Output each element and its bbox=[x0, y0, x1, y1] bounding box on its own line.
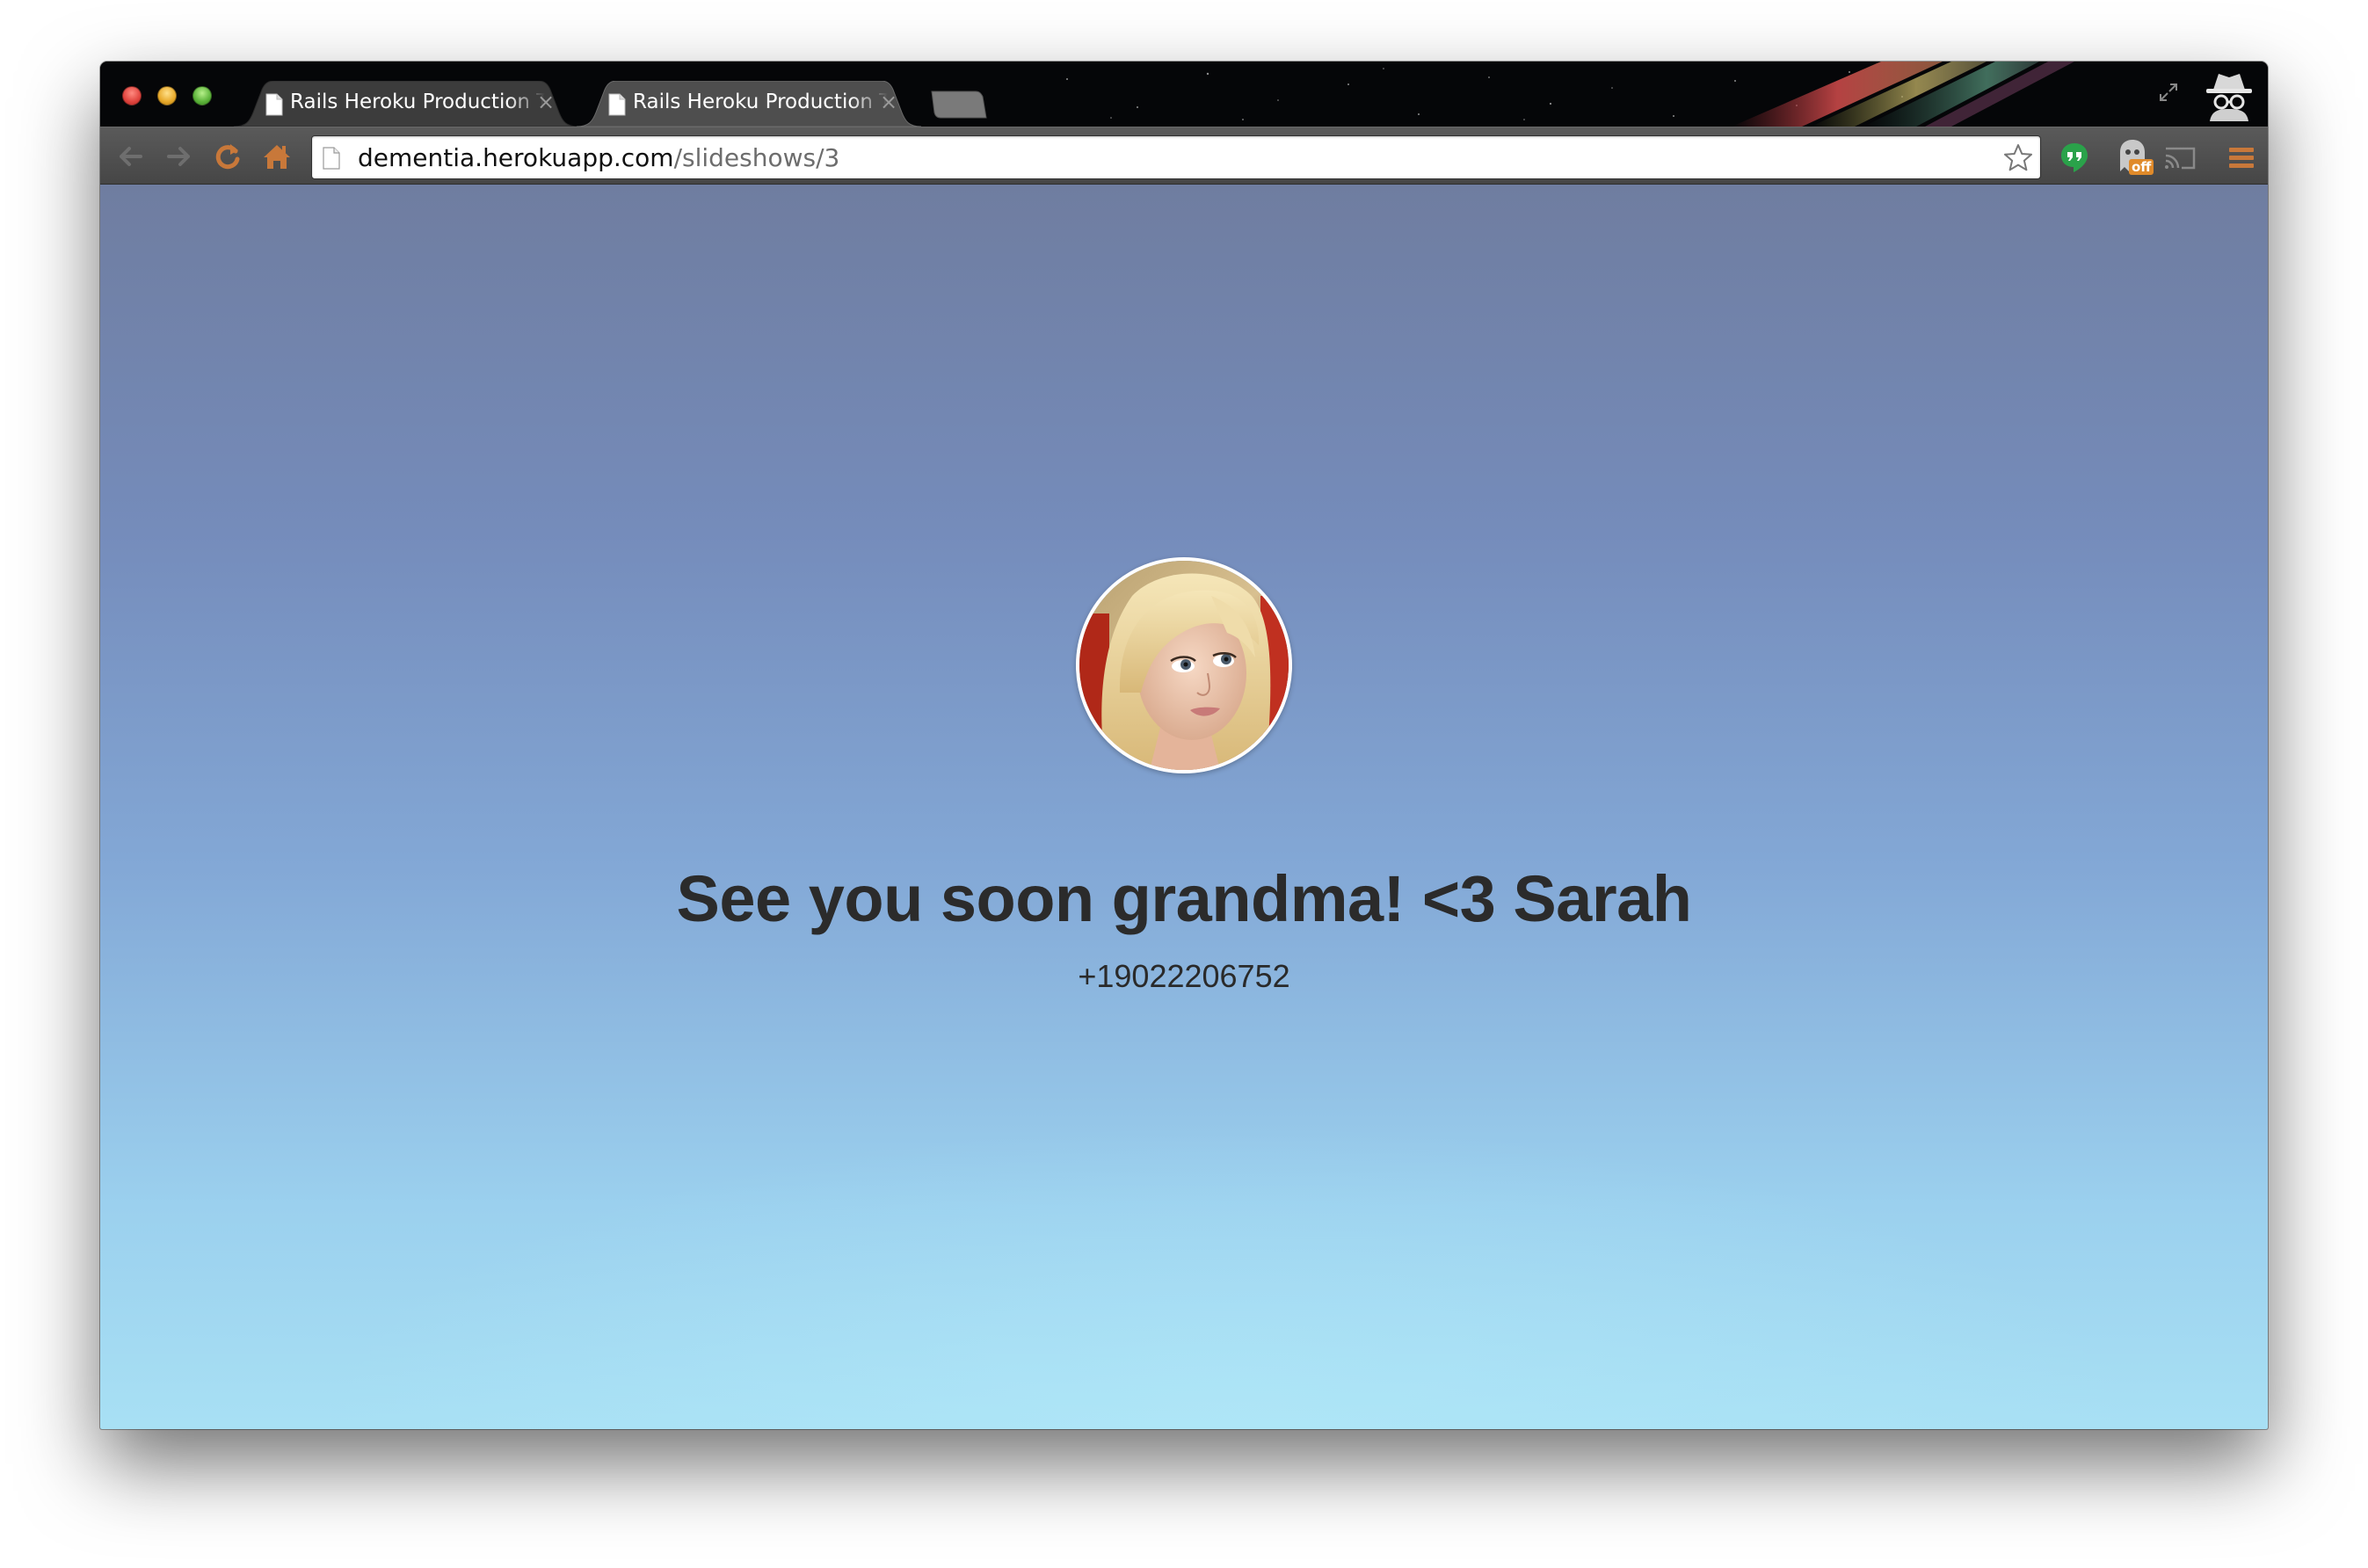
star-icon[interactable] bbox=[2001, 142, 2035, 175]
avatar bbox=[1076, 557, 1292, 773]
hangouts-icon[interactable] bbox=[2057, 140, 2092, 175]
page-icon bbox=[265, 93, 283, 116]
tab-inactive[interactable]: Rails Heroku Production Template × bbox=[234, 81, 578, 127]
tab-active[interactable]: Rails Heroku Production Template × bbox=[577, 81, 921, 127]
avatar-photo bbox=[1079, 561, 1289, 770]
tab-title: Rails Heroku Production Template bbox=[290, 91, 545, 113]
page-icon bbox=[323, 147, 340, 170]
tab-strip: Rails Heroku Production Template × Rails… bbox=[100, 62, 2268, 127]
browser-window: Rails Heroku Production Template × Rails… bbox=[100, 62, 2268, 1429]
page-icon bbox=[608, 93, 626, 116]
tab-close-icon[interactable]: × bbox=[879, 90, 898, 114]
address-url[interactable]: dementia.herokuapp.com/slideshows/3 bbox=[358, 143, 839, 172]
incognito-icon bbox=[2206, 74, 2252, 121]
page-viewport: See you soon grandma! <3 Sarah +19022206… bbox=[100, 185, 2268, 1429]
back-arrow-icon[interactable] bbox=[114, 140, 148, 173]
ghostery-badge: off bbox=[2129, 159, 2154, 175]
phone-number: +19022206752 bbox=[1078, 958, 1290, 994]
forward-arrow-icon[interactable] bbox=[162, 140, 195, 173]
background-glow bbox=[100, 185, 2268, 1429]
url-path: /slideshows/3 bbox=[673, 143, 840, 172]
url-host: dementia.herokuapp.com bbox=[358, 143, 674, 172]
window-close-button[interactable] bbox=[122, 86, 142, 105]
cast-icon[interactable] bbox=[2162, 140, 2197, 175]
fullscreen-icon[interactable] bbox=[2157, 81, 2180, 104]
browser-toolbar: dementia.herokuapp.com/slideshows/3 off bbox=[100, 127, 2268, 185]
ghostery-extension[interactable]: off bbox=[2113, 136, 2154, 177]
window-maximize-button[interactable] bbox=[192, 86, 212, 105]
tab-title: Rails Heroku Production Template bbox=[633, 91, 888, 113]
home-icon[interactable] bbox=[260, 140, 294, 173]
reload-icon[interactable] bbox=[211, 140, 244, 173]
menu-icon[interactable] bbox=[2224, 140, 2259, 175]
slideshow-message: See you soon grandma! <3 Sarah bbox=[676, 862, 1692, 935]
window-minimize-button[interactable] bbox=[157, 86, 177, 105]
tab-close-icon[interactable]: × bbox=[536, 90, 556, 114]
address-bar[interactable]: dementia.herokuapp.com/slideshows/3 bbox=[311, 135, 2041, 179]
new-tab-button[interactable] bbox=[930, 90, 988, 120]
